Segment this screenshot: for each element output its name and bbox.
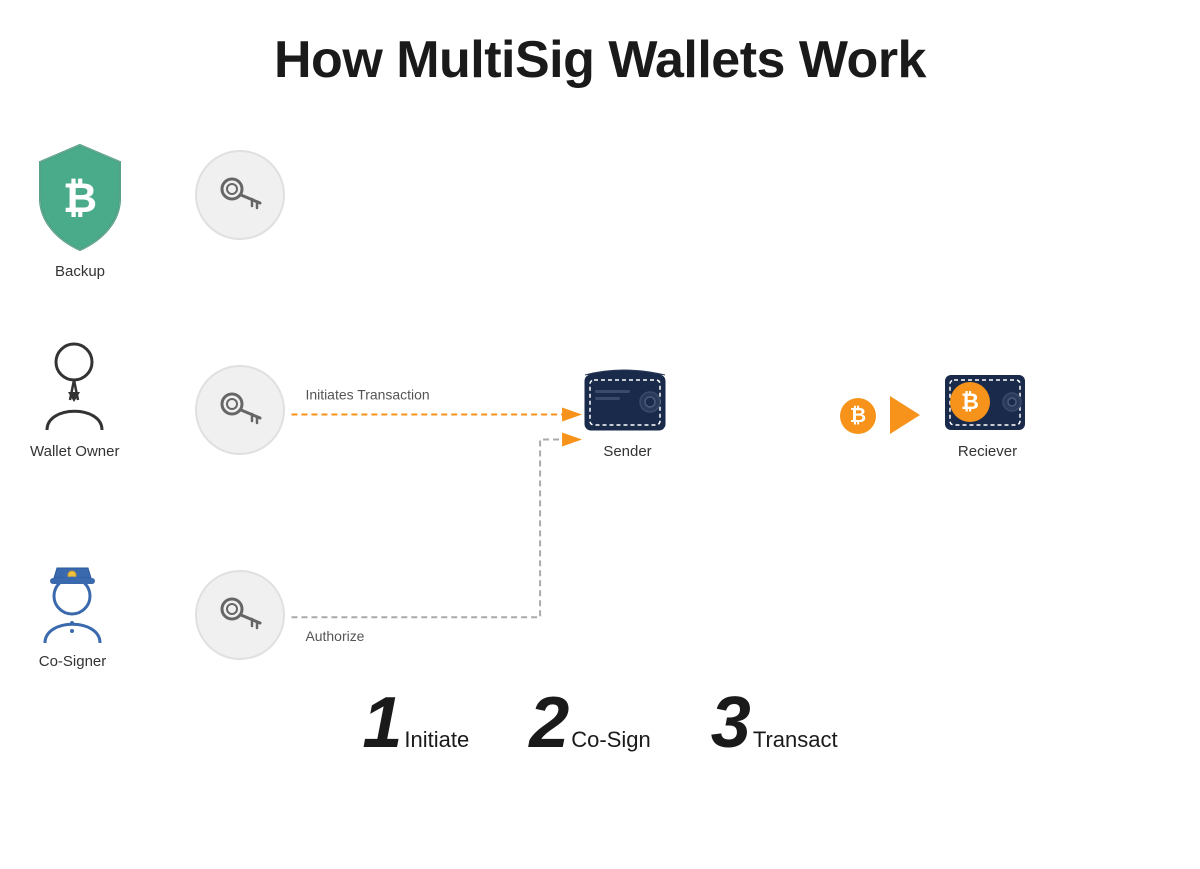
step-3: 3 Transact	[711, 687, 838, 759]
backup-key-icon	[214, 169, 266, 221]
receiver-label: Reciever	[958, 443, 1017, 460]
backup-label: Backup	[55, 263, 105, 280]
cosigner-key-circle	[195, 570, 285, 660]
steps-row: 1 Initiate 2 Co-Sign 3 Transact	[0, 687, 1200, 759]
step-3-label: Transact	[753, 727, 838, 753]
diagram-area: ₿ Backup Wallet Owner	[0, 120, 1200, 769]
sender-wallet: Sender	[580, 360, 675, 460]
sender-label: Sender	[603, 443, 651, 460]
receiver-wallet-icon: ₿	[940, 360, 1035, 435]
owner-key-icon	[214, 384, 266, 436]
cosigner-key-icon	[214, 589, 266, 641]
svg-text:Initiates Transaction: Initiates Transaction	[305, 387, 429, 403]
page-title: How MultiSig Wallets Work	[0, 0, 1200, 90]
owner-key-circle	[195, 365, 285, 455]
step-2: 2 Co-Sign	[529, 687, 651, 759]
bitcoin-transfer-coin: ₿	[840, 398, 876, 439]
svg-text:₿: ₿	[850, 405, 866, 427]
svg-text:Authorize: Authorize	[305, 628, 364, 644]
triangle-arrow-icon	[890, 396, 920, 434]
step-3-number: 3	[711, 687, 751, 759]
bitcoin-shield-icon: ₿	[30, 140, 130, 255]
backup-actor: ₿ Backup	[30, 140, 130, 280]
step-2-label: Co-Sign	[571, 727, 650, 753]
wallet-owner-icon	[32, 340, 117, 435]
wallet-owner-label: Wallet Owner	[30, 443, 119, 460]
sender-wallet-icon	[580, 360, 675, 435]
bitcoin-coin-icon: ₿	[840, 398, 876, 434]
receiver-wallet: ₿ Reciever	[940, 360, 1035, 460]
svg-text:₿: ₿	[961, 389, 979, 414]
right-arrow-icon	[890, 396, 920, 439]
backup-key-circle	[195, 150, 285, 240]
svg-text:₿: ₿	[63, 174, 97, 221]
step-2-number: 2	[529, 687, 569, 759]
cosigner-label: Co-Signer	[39, 653, 107, 670]
cosigner-actor: Co-Signer	[30, 550, 115, 670]
step-1: 1 Initiate	[362, 687, 469, 759]
step-1-number: 1	[362, 687, 402, 759]
step-1-label: Initiate	[404, 727, 469, 753]
wallet-owner-actor: Wallet Owner	[30, 340, 119, 460]
cosigner-icon	[30, 550, 115, 645]
